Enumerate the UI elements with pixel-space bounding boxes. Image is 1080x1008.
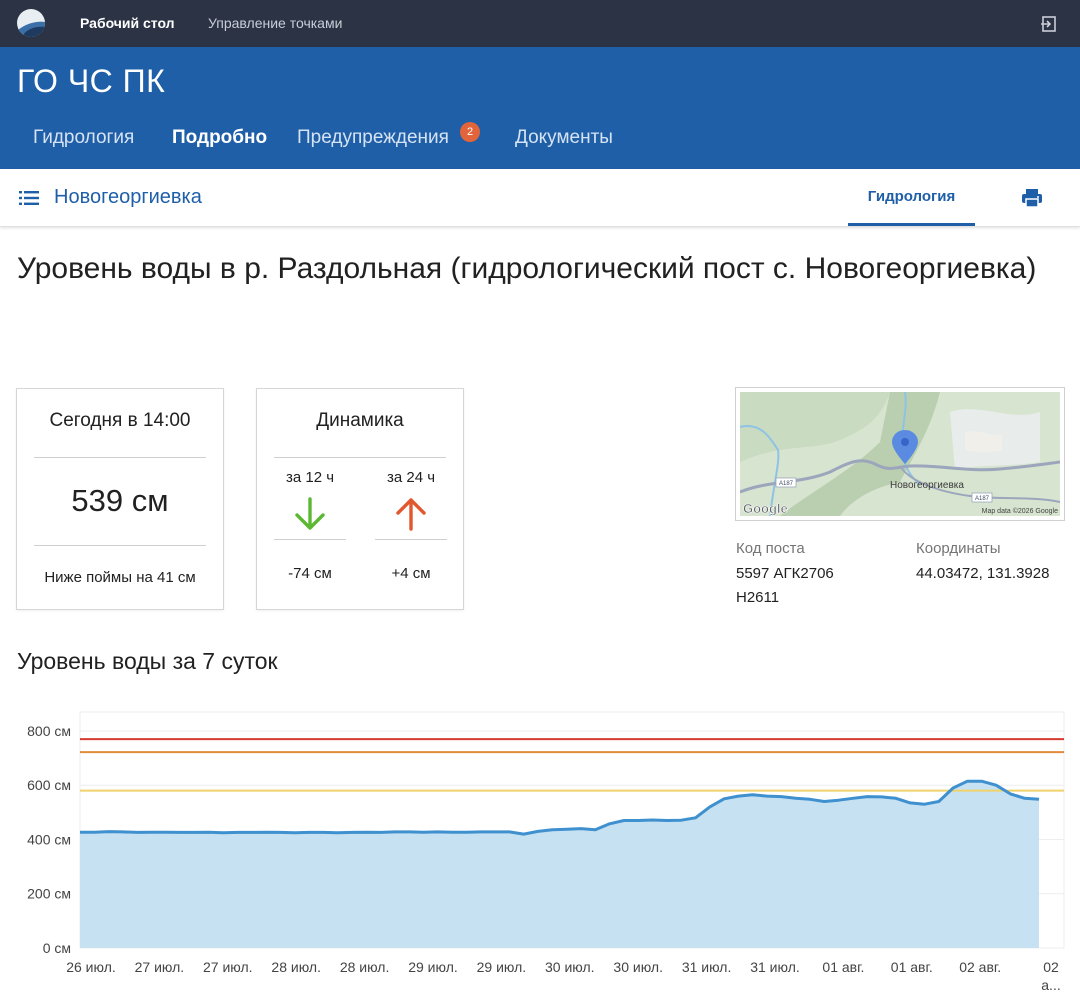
- x-tick-label: 29 июл.: [477, 959, 527, 975]
- y-tick-label: 600 см: [27, 777, 71, 793]
- dynamics-12h-label: за 12 ч: [285, 469, 335, 486]
- logout-icon[interactable]: [1040, 15, 1058, 33]
- post-code-value-2: Н2611: [736, 589, 780, 606]
- divider: [274, 539, 346, 540]
- divider: [34, 545, 206, 546]
- dynamics-24h-label: за 24 ч: [386, 469, 436, 486]
- coords-label: Координаты: [916, 540, 1001, 557]
- dynamics-card: Динамика за 12 ч -74 см за 24 ч +4 см: [256, 388, 464, 610]
- floodplain-note: Ниже поймы на 41 см: [44, 569, 196, 586]
- road-label: A187: [779, 481, 794, 487]
- x-tick-label: 29 июл.: [408, 959, 458, 975]
- map-image: A187 A187 Новогеоргиевка Google Map data…: [740, 392, 1060, 516]
- chart-title: Уровень воды за 7 суток: [17, 648, 278, 674]
- x-tick-label: 26 июл.: [66, 959, 116, 975]
- post-code-label: Код поста: [736, 540, 805, 557]
- location-bar: Новогеоргиевка Гидрология: [0, 169, 1080, 227]
- tab-warnings[interactable]: Предупреждения: [297, 127, 449, 149]
- app-title: ГО ЧС ПК: [17, 63, 166, 99]
- x-tick-label: 31 июл.: [750, 959, 800, 975]
- water-level-chart[interactable]: 0 см 200 см 400 см 600 см 800 см 26 июл. 27 ию…: [0, 700, 1080, 1008]
- x-tick-label: 30 июл.: [545, 959, 595, 975]
- dynamics-heading: Динамика: [316, 410, 404, 431]
- x-tick-label: 01 авг.: [891, 959, 933, 975]
- location-name[interactable]: Новогеоргиевка: [54, 186, 202, 209]
- nav-desktop[interactable]: Рабочий стол: [80, 15, 175, 31]
- arrow-down-icon: [295, 497, 325, 530]
- x-tick-label: 27 июл.: [203, 959, 253, 975]
- tab-documents[interactable]: Документы: [515, 127, 613, 149]
- list-menu-icon[interactable]: [19, 191, 39, 205]
- app-header: ГО ЧС ПК Гидрология Подробно Предупрежде…: [0, 47, 1080, 169]
- y-tick-label: 0 см: [43, 940, 71, 956]
- road-label: A187: [975, 496, 990, 502]
- x-tick-label: 28 июл.: [340, 959, 390, 975]
- x-tick-label: а...: [1041, 977, 1060, 993]
- x-tick-label: 02: [1043, 959, 1059, 975]
- nav-manage-points[interactable]: Управление точками: [208, 15, 342, 31]
- coords-value: 44.03472, 131.3928: [916, 565, 1050, 582]
- x-tick-label: 01 авг.: [822, 959, 864, 975]
- y-tick-label: 400 см: [27, 831, 71, 847]
- post-code-value-1: 5597 АГК2706: [736, 565, 834, 582]
- x-tick-label: 31 июл.: [682, 959, 732, 975]
- y-tick-label: 800 см: [27, 723, 71, 739]
- today-level-card: Сегодня в 14:00 539 см Ниже поймы на 41 …: [16, 388, 224, 610]
- divider: [34, 457, 206, 458]
- dynamics-12h-delta: -74 см: [288, 565, 332, 582]
- x-tick-label: 30 июл.: [613, 959, 663, 975]
- wave-logo-icon[interactable]: [17, 9, 45, 37]
- x-tick-label: 28 июл.: [271, 959, 321, 975]
- x-tick-label: 27 июл.: [135, 959, 185, 975]
- location-map[interactable]: A187 A187 Новогеоргиевка Google Map data…: [735, 387, 1065, 521]
- tab-details[interactable]: Подробно: [172, 127, 267, 149]
- today-heading: Сегодня в 14:00: [49, 410, 191, 431]
- top-bar: Рабочий стол Управление точками: [0, 0, 1080, 47]
- map-place-label: Новогеоргиевка: [890, 480, 964, 491]
- divider: [274, 457, 446, 458]
- divider: [375, 539, 447, 540]
- y-tick-label: 200 см: [27, 886, 71, 902]
- page-title: Уровень воды в р. Раздольная (гидрологич…: [17, 252, 1037, 285]
- google-brand: Google: [743, 501, 788, 516]
- map-attribution: Map data ©2026 Google: [982, 507, 1058, 515]
- tab-hydrology-sub-label: Гидрология: [867, 188, 956, 205]
- tab-hydrology[interactable]: Гидрология: [33, 127, 134, 149]
- arrow-up-icon: [396, 498, 426, 531]
- print-icon[interactable]: [1021, 188, 1043, 208]
- tab-hydrology-sub[interactable]: Гидрология: [848, 169, 975, 226]
- warnings-count-badge: 2: [460, 122, 480, 142]
- dynamics-24h-delta: +4 см: [391, 565, 431, 582]
- x-tick-label: 02 авг.: [959, 959, 1001, 975]
- today-level-value: 539 см: [71, 483, 169, 518]
